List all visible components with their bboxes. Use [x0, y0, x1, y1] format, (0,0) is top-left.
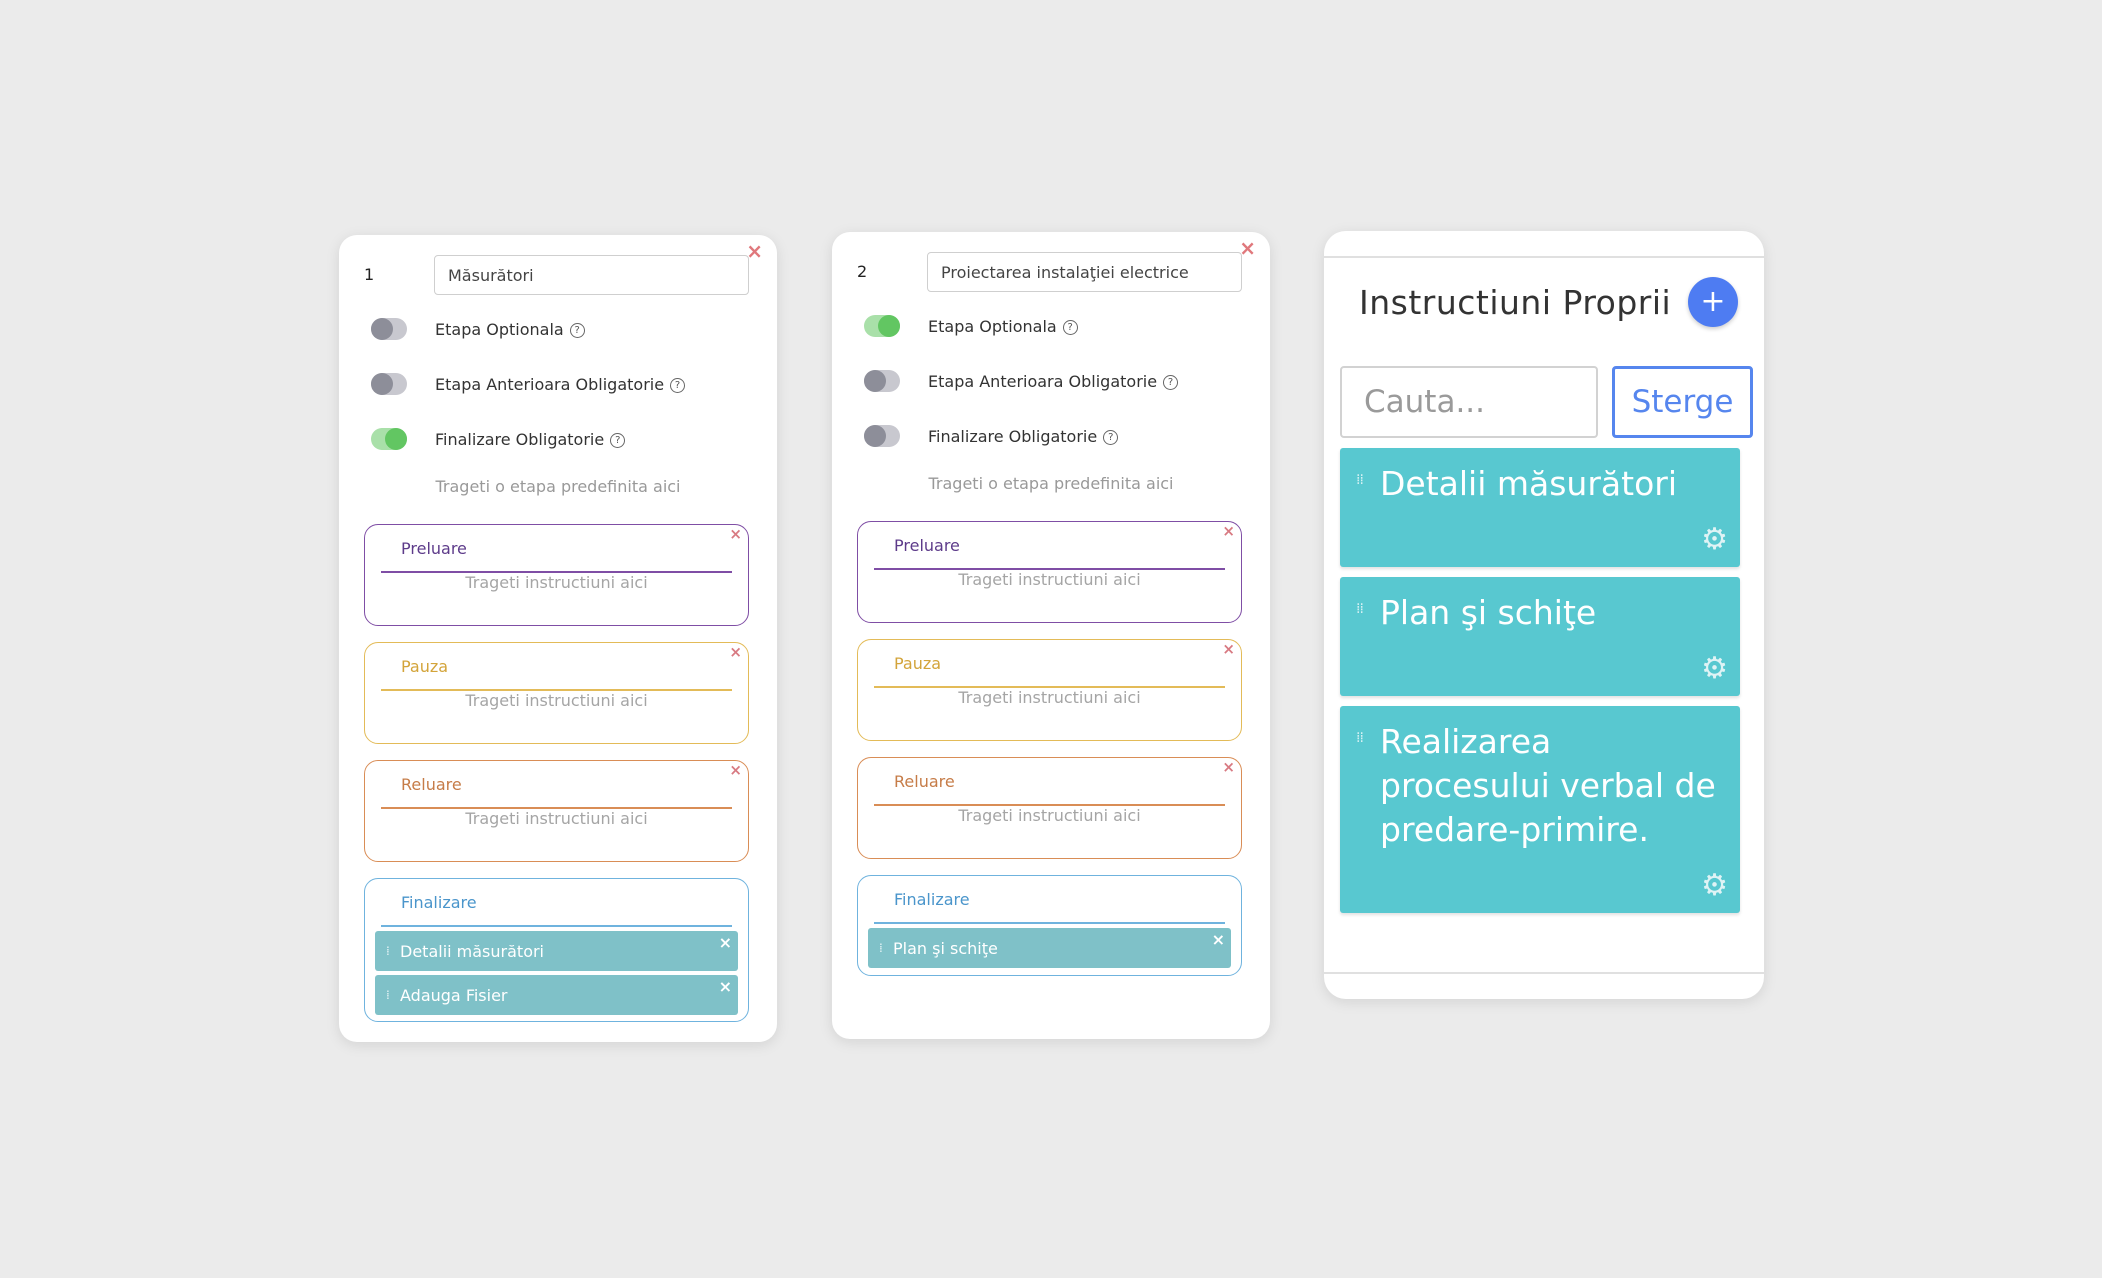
- section-title: Reluare: [401, 775, 462, 794]
- pauza-dropzone[interactable]: Pauza Trageti instructiuni aici ×: [857, 639, 1242, 741]
- help-icon[interactable]: ?: [1163, 374, 1179, 390]
- stage-card-2: × 2 Etapa Optionala? Etapa Anterioara Ob…: [832, 232, 1270, 1039]
- close-icon[interactable]: ×: [1222, 760, 1235, 775]
- instruction-chip[interactable]: ⁞ Plan şi schiţe ×: [868, 928, 1231, 968]
- section-title: Pauza: [401, 657, 449, 676]
- toggle-label: Finalizare Obligatorie?: [435, 430, 626, 449]
- close-icon[interactable]: ×: [729, 645, 742, 660]
- preluare-dropzone[interactable]: Preluare Trageti instructiuni aici ×: [857, 521, 1242, 623]
- finalization-mandatory-toggle[interactable]: [371, 428, 407, 450]
- stage-name-input[interactable]: [434, 255, 749, 295]
- predefined-stage-drop-hint[interactable]: Trageti o etapa predefinita aici: [339, 477, 777, 496]
- close-icon[interactable]: ×: [719, 977, 732, 996]
- section-title: Finalizare: [894, 890, 970, 909]
- close-icon[interactable]: ×: [1222, 524, 1235, 539]
- toggle-label: Etapa Anterioara Obligatorie?: [435, 375, 686, 394]
- close-icon[interactable]: ×: [719, 933, 732, 952]
- clear-button[interactable]: Sterge: [1612, 366, 1753, 438]
- instruction-title: Detalii măsurători: [1380, 464, 1677, 503]
- help-icon[interactable]: ?: [1062, 319, 1078, 335]
- optional-toggle[interactable]: [864, 315, 900, 337]
- finalizare-dropzone[interactable]: Finalizare ⁞ Plan şi schiţe ×: [857, 875, 1242, 976]
- instructions-panel: Instructiuni Proprii + Sterge ⁞⁞ Detalii…: [1324, 231, 1764, 999]
- section-drop-hint: Trageti instructiuni aici: [958, 806, 1141, 825]
- finalization-mandatory-toggle[interactable]: [864, 425, 900, 447]
- drag-handle-icon[interactable]: ⁞: [386, 944, 398, 958]
- pauza-dropzone[interactable]: Pauza Trageti instructiuni aici ×: [364, 642, 749, 744]
- help-icon[interactable]: ?: [610, 432, 626, 448]
- instruction-chip[interactable]: ⁞ Detalii măsurători ×: [375, 931, 738, 971]
- search-input[interactable]: [1340, 366, 1598, 438]
- toggle-row-finalization-mandatory: Finalizare Obligatorie?: [864, 425, 1119, 447]
- toggle-row-optional: Etapa Optionala?: [371, 318, 585, 340]
- gear-icon[interactable]: ⚙: [1701, 654, 1728, 684]
- stage-number: 2: [857, 262, 868, 281]
- drag-handle-icon[interactable]: ⁞⁞: [1356, 472, 1364, 488]
- reluare-dropzone[interactable]: Reluare Trageti instructiuni aici ×: [857, 757, 1242, 859]
- close-icon[interactable]: ×: [729, 527, 742, 542]
- instruction-title: Realizarea procesului verbal de predare-…: [1380, 722, 1716, 849]
- instruction-card[interactable]: ⁞⁞ Realizarea procesului verbal de preda…: [1340, 706, 1740, 913]
- toggle-label: Finalizare Obligatorie?: [928, 427, 1119, 446]
- close-icon[interactable]: ×: [729, 763, 742, 778]
- optional-toggle[interactable]: [371, 318, 407, 340]
- stage-number: 1: [364, 265, 375, 284]
- section-title: Finalizare: [401, 893, 477, 912]
- gear-icon[interactable]: ⚙: [1701, 525, 1728, 555]
- section-drop-hint: Trageti instructiuni aici: [958, 570, 1141, 589]
- section-title: Preluare: [894, 536, 960, 555]
- instruction-chip[interactable]: ⁞ Adauga Fisier ×: [375, 975, 738, 1015]
- toggle-row-finalization-mandatory: Finalizare Obligatorie?: [371, 428, 626, 450]
- stage-name-input[interactable]: [927, 252, 1242, 292]
- section-title: Reluare: [894, 772, 955, 791]
- toggle-row-previous-mandatory: Etapa Anterioara Obligatorie?: [371, 373, 686, 395]
- add-instruction-plus-icon[interactable]: +: [1688, 277, 1738, 327]
- section-drop-hint: Trageti instructiuni aici: [465, 573, 648, 592]
- predefined-stage-drop-hint[interactable]: Trageti o etapa predefinita aici: [832, 474, 1270, 493]
- toggle-label: Etapa Optionala?: [928, 317, 1078, 336]
- section-title: Preluare: [401, 539, 467, 558]
- reluare-dropzone[interactable]: Reluare Trageti instructiuni aici ×: [364, 760, 749, 862]
- section-title: Pauza: [894, 654, 942, 673]
- toggle-row-optional: Etapa Optionala?: [864, 315, 1078, 337]
- previous-mandatory-toggle[interactable]: [864, 370, 900, 392]
- help-icon[interactable]: ?: [569, 322, 585, 338]
- stage-card-1: × 1 Etapa Optionala? Etapa Anterioara Ob…: [339, 235, 777, 1042]
- close-icon[interactable]: ×: [1222, 642, 1235, 657]
- section-drop-hint: Trageti instructiuni aici: [958, 688, 1141, 707]
- toggle-label: Etapa Anterioara Obligatorie?: [928, 372, 1179, 391]
- help-icon[interactable]: ?: [670, 377, 686, 393]
- drag-handle-icon[interactable]: ⁞: [879, 941, 891, 955]
- section-drop-hint: Trageti instructiuni aici: [465, 691, 648, 710]
- drag-handle-icon[interactable]: ⁞⁞: [1356, 730, 1364, 746]
- gear-icon[interactable]: ⚙: [1701, 871, 1728, 901]
- previous-mandatory-toggle[interactable]: [371, 373, 407, 395]
- panel-title: Instructiuni Proprii: [1359, 283, 1672, 322]
- finalizare-dropzone[interactable]: Finalizare ⁞ Detalii măsurători × ⁞ Adau…: [364, 878, 749, 1022]
- toggle-row-previous-mandatory: Etapa Anterioara Obligatorie?: [864, 370, 1179, 392]
- preluare-dropzone[interactable]: Preluare Trageti instructiuni aici ×: [364, 524, 749, 626]
- drag-handle-icon[interactable]: ⁞: [386, 988, 398, 1002]
- instruction-title: Plan şi schiţe: [1380, 593, 1597, 632]
- drag-handle-icon[interactable]: ⁞⁞: [1356, 601, 1364, 617]
- help-icon[interactable]: ?: [1103, 429, 1119, 445]
- instruction-card[interactable]: ⁞⁞ Plan şi schiţe ⚙: [1340, 577, 1740, 696]
- toggle-label: Etapa Optionala?: [435, 320, 585, 339]
- instruction-card[interactable]: ⁞⁞ Detalii măsurători ⚙: [1340, 448, 1740, 567]
- close-icon[interactable]: ×: [1212, 930, 1225, 949]
- section-drop-hint: Trageti instructiuni aici: [465, 809, 648, 828]
